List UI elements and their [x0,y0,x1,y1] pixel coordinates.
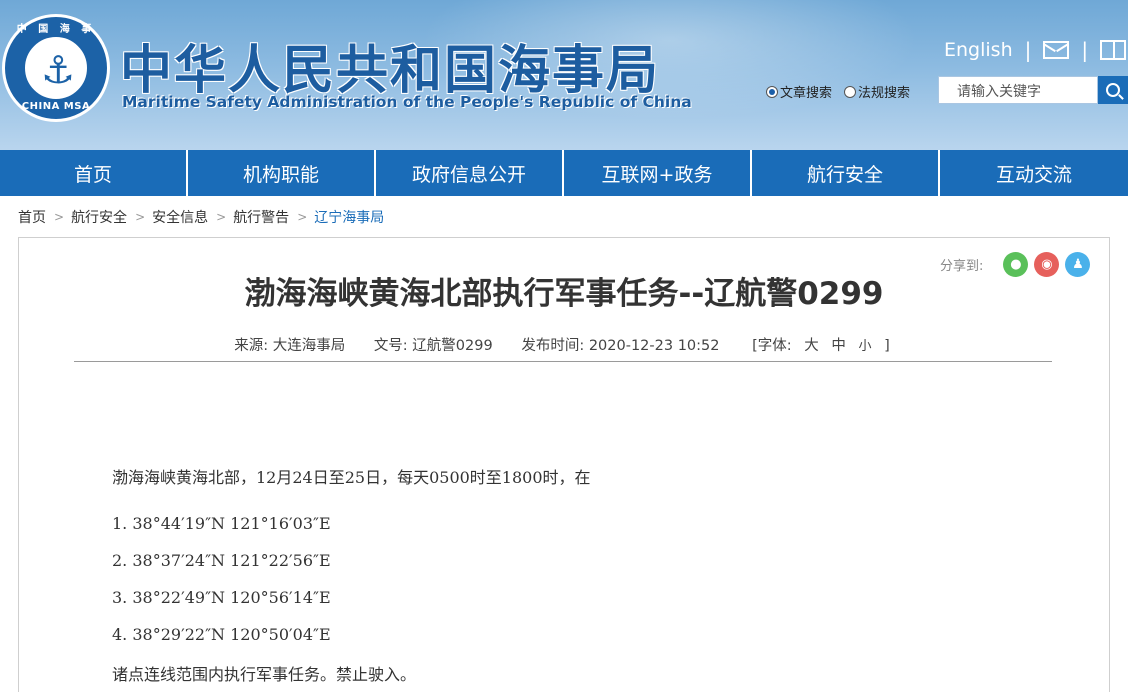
article-publish-time: 发布时间: 2020-12-23 10:52 [521,338,720,354]
top-link-separator: | [1081,38,1089,62]
article-closing: 诸点连线范围内执行军事任务。禁止驶入。 [112,665,417,684]
article-meta: 来源: 大连海事局 文号: 辽航警0299 发布时间: 2020-12-23 1… [0,334,1128,355]
top-links: English | | [944,38,1128,62]
font-size-medium[interactable]: 中 [831,338,846,354]
article-title: 渤海海峡黄海北部执行军事任务--辽航警0299 [244,276,884,312]
anchor-icon: ⚓ [40,48,76,92]
title-divider [74,361,1052,362]
site-subtitle: Maritime Safety Administration of the Pe… [122,93,692,111]
search-option-label: 法规搜索 [858,86,911,101]
coordinate-point: 3. 38°22′49″N 120°56′14″E [112,588,331,607]
breadcrumb-separator: > [54,210,65,224]
english-link[interactable]: English [944,39,1013,61]
breadcrumb-separator: > [216,210,227,224]
search-type-options: 文章搜索 法规搜索 [766,82,922,101]
main-nav: 首页 机构职能 政府信息公开 互联网+政务 航行安全 互动交流 [0,150,1128,196]
search-option-label: 文章搜索 [780,86,833,101]
breadcrumb-item-home[interactable]: 首页 [18,207,46,227]
top-link-separator: | [1024,38,1032,62]
msa-logo[interactable]: 中 国 海 事 ⚓ CHINA MSA [2,14,110,122]
logo-ring-bottom-text: CHINA MSA [21,101,91,112]
nav-item-functions[interactable]: 机构职能 [188,150,376,196]
breadcrumb-item-navigation-safety[interactable]: 航行安全 [71,207,127,227]
site-title: 中华人民共和国海事局 [120,41,661,101]
search-option-articles[interactable]: 文章搜索 [766,82,832,101]
breadcrumb-item-safety-info[interactable]: 安全信息 [152,207,208,227]
logo-ring-top-text: 中 国 海 事 [16,24,96,35]
article-doc-number: 文号: 辽航警0299 [373,338,493,354]
mail-icon[interactable] [1043,41,1070,59]
font-size-control: [字体: 大 中 小 ] [748,338,894,354]
nav-item-navigation-safety[interactable]: 航行安全 [752,150,940,196]
logo-emblem: ⚓ [23,35,89,101]
article-intro: 渤海海峡黄海北部，12月24日至25日，每天0500时至1800时，在 [112,468,591,487]
radio-articles[interactable] [766,85,778,98]
font-size-label-close: ] [884,338,890,354]
breadcrumb-item-nav-warnings[interactable]: 航行警告 [233,207,289,227]
font-size-label-open: [字体: [752,338,792,354]
breadcrumb-separator: > [135,210,146,224]
article-source: 来源: 大连海事局 [234,338,346,354]
font-size-small[interactable]: 小 [858,339,871,354]
book-icon[interactable] [1100,40,1128,60]
coordinate-point: 1. 38°44′19″N 121°16′03″E [112,514,331,533]
search-option-regulations[interactable]: 法规搜索 [844,82,910,101]
breadcrumb: 首页 > 航行安全 > 安全信息 > 航行警告 > 辽宁海事局 [18,207,384,227]
breadcrumb-item-liaoning-msa[interactable]: 辽宁海事局 [314,207,384,227]
coordinate-point: 4. 38°29′22″N 120°50′04″E [112,625,331,644]
radio-regulations[interactable] [844,85,857,98]
nav-item-internet-gov[interactable]: 互联网+政务 [564,150,752,196]
search-input[interactable]: 请输入关键字 [938,76,1098,104]
nav-item-interaction[interactable]: 互动交流 [940,150,1128,196]
search-icon [1106,83,1120,97]
search-button[interactable] [1098,76,1128,104]
site-header: 中 国 海 事 ⚓ CHINA MSA 中华人民共和国海事局 Maritime … [0,0,1128,150]
breadcrumb-separator: > [297,210,308,224]
nav-item-gov-info[interactable]: 政府信息公开 [376,150,564,196]
coordinate-point: 2. 38°37′24″N 121°22′56″E [112,551,331,570]
nav-item-home[interactable]: 首页 [0,150,188,196]
font-size-large[interactable]: 大 [804,338,819,354]
